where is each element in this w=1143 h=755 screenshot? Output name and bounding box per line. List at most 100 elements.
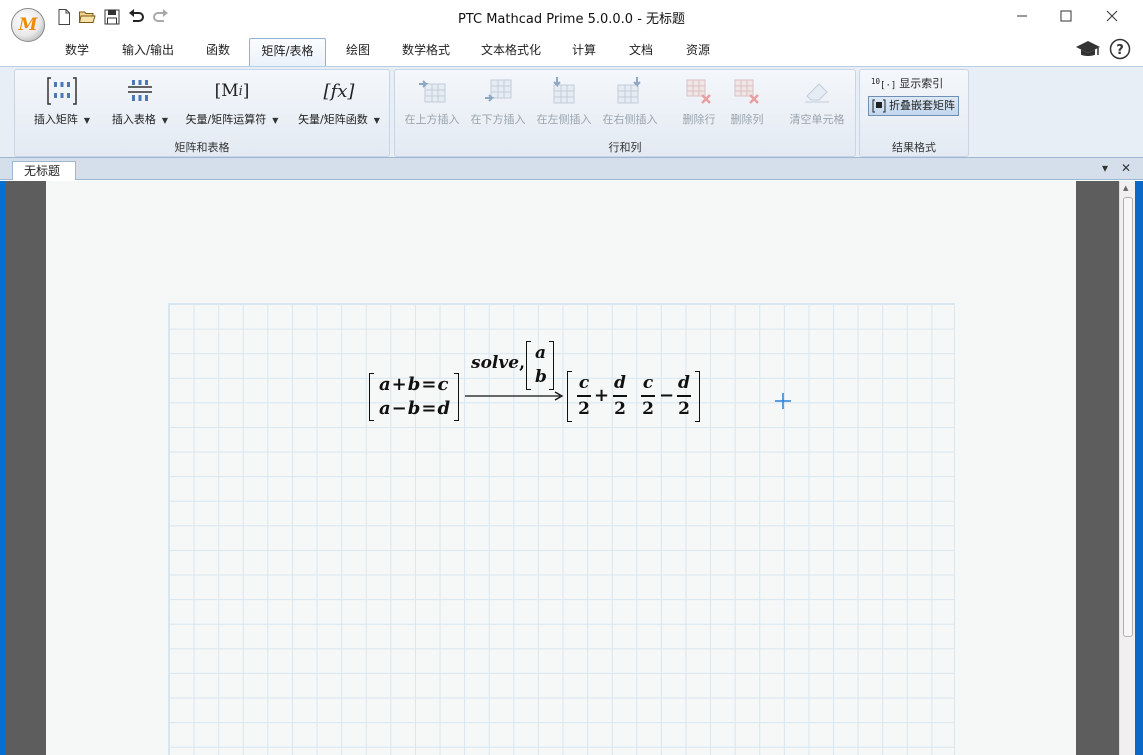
result-fraction: c2: [577, 373, 591, 419]
solve-var-b: b: [535, 367, 547, 387]
help-icon[interactable]: ?: [1109, 38, 1131, 60]
minimize-button[interactable]: [999, 0, 1045, 32]
result-right-bracket: [695, 371, 700, 422]
maximize-button[interactable]: [1043, 0, 1089, 32]
collapse-nested-label: 折叠嵌套矩阵: [889, 99, 955, 112]
matrix-operator-subscript: i: [238, 83, 243, 99]
close-button[interactable]: [1089, 0, 1135, 32]
tab-math-formatting[interactable]: 数学格式: [395, 38, 457, 66]
tab-text-formatting[interactable]: 文本格式化: [474, 38, 548, 66]
tab-list-dropdown-icon[interactable]: ▾: [1102, 161, 1108, 175]
chevron-down-icon[interactable]: ▼: [374, 116, 380, 125]
insert-below-icon: [485, 79, 512, 102]
crosshair-cursor-icon: [775, 393, 791, 409]
insert-matrix-button[interactable]: 插入矩阵 ▼: [27, 74, 97, 127]
fraction-numerator: c: [642, 373, 654, 393]
index-icon-digits: 10: [871, 77, 881, 86]
tab-calculation[interactable]: 计算: [562, 38, 606, 66]
tab-functions[interactable]: 函数: [196, 38, 240, 66]
group-result-format: 10[·] 显示索引 折叠嵌套矩阵 结果格式: [859, 69, 969, 157]
vars-left-bracket: [526, 341, 531, 390]
insert-right-label: 在右侧插入: [602, 113, 658, 126]
collapse-nested-matrices-button[interactable]: 折叠嵌套矩阵: [868, 96, 959, 116]
eq-operator: +: [391, 374, 408, 395]
document-tab[interactable]: 无标题: [12, 161, 76, 180]
solve-keyword[interactable]: solve,: [471, 353, 525, 373]
insert-table-icon: [128, 80, 152, 101]
result-left-bracket: [567, 371, 572, 422]
fraction-numerator: d: [678, 373, 690, 393]
worksheet-grid[interactable]: [168, 303, 955, 755]
ribbon-tab-row: 数学 输入/输出 函数 矩阵/表格 绘图 数学格式 文本格式化 计算 文档 资源: [0, 34, 1143, 67]
vector-matrix-operators-button[interactable]: [Mi] 矢量/矩阵运算符 ▼: [180, 74, 284, 127]
minimize-icon: [1017, 15, 1027, 17]
result-operator: −: [659, 385, 675, 406]
ribbon: 插入矩阵 ▼ 插入表格 ▼ [Mi] 矢量/矩阵运算符 ▼ [fx] 矢量/矩阵函数 ▼…: [0, 66, 1143, 158]
insert-right-button[interactable]: 在右侧插入: [599, 74, 661, 127]
vertical-scrollbar[interactable]: ▲: [1119, 181, 1135, 755]
equation-row-2[interactable]: a−b=d: [379, 398, 451, 419]
clear-cells-button[interactable]: 清空单元格: [783, 74, 851, 127]
insert-below-button[interactable]: 在下方插入: [467, 74, 529, 127]
group-title-result-format: 结果格式: [892, 141, 936, 154]
delete-row-button[interactable]: 删除行: [675, 74, 723, 127]
insert-above-icon: [419, 80, 446, 103]
vector-matrix-functions-label: 矢量/矩阵函数: [298, 113, 368, 126]
delete-column-label: 删除列: [730, 113, 764, 126]
tab-input-output[interactable]: 输入/输出: [112, 38, 184, 66]
right-bracket: [454, 373, 459, 421]
tab-math[interactable]: 数学: [55, 38, 99, 66]
chevron-down-icon[interactable]: ▼: [162, 116, 168, 125]
eq-term: b: [407, 374, 422, 395]
fraction-denominator: 2: [678, 398, 690, 419]
svg-text:?: ?: [1116, 43, 1124, 58]
eq-term: a: [379, 374, 392, 395]
help-area: ?: [1075, 38, 1131, 60]
insert-left-button[interactable]: 在左侧插入: [533, 74, 595, 127]
tab-matrices-tables[interactable]: 矩阵/表格: [249, 38, 326, 67]
delete-row-icon: [686, 79, 711, 104]
eq-term: d: [437, 398, 452, 419]
desktop-edge-right: [1135, 181, 1143, 755]
delete-column-button[interactable]: 删除列: [723, 74, 771, 127]
vars-right-bracket: [549, 341, 554, 390]
tab-document[interactable]: 文档: [619, 38, 663, 66]
maximize-icon: [1060, 10, 1072, 22]
fraction-numerator: d: [614, 373, 626, 393]
show-index-button[interactable]: 10[·] 显示索引: [868, 74, 946, 94]
logo-letter: M: [18, 15, 38, 35]
insert-left-icon: [553, 77, 575, 104]
vector-matrix-functions-button[interactable]: [fx] 矢量/矩阵函数 ▼: [291, 74, 387, 127]
chevron-down-icon[interactable]: ▼: [272, 116, 278, 125]
delete-row-label: 删除行: [682, 113, 716, 126]
insert-right-icon: [617, 77, 641, 104]
close-document-icon[interactable]: ✕: [1121, 161, 1131, 175]
matrix-operator-icon: [Mi]: [214, 81, 250, 101]
matrix-operator-glyph: M: [221, 81, 239, 101]
mathcad-logo-button[interactable]: M: [11, 8, 45, 42]
eraser-icon: [805, 83, 829, 103]
close-icon: [1106, 10, 1118, 22]
solve-var-a: a: [535, 343, 547, 363]
function-glyph: fx: [330, 80, 348, 102]
scrollbar-thumb[interactable]: [1123, 197, 1133, 637]
insert-above-button[interactable]: 在上方插入: [401, 74, 463, 127]
eq-operator: −: [391, 398, 408, 419]
insert-table-button[interactable]: 插入表格 ▼: [103, 74, 177, 127]
delete-column-icon: [734, 79, 759, 104]
group-rows-columns: 在上方插入 在下方插入 在左侧插入 在右侧插入 删除行 删除列 清空单元格 行和…: [394, 69, 856, 157]
group-title-matrices-tables: 矩阵和表格: [174, 141, 230, 154]
scroll-up-icon[interactable]: ▲: [1123, 184, 1128, 192]
eq-term: c: [437, 374, 450, 395]
tab-plots[interactable]: 绘图: [336, 38, 380, 66]
result-fraction: c2: [641, 373, 655, 419]
graduation-cap-icon[interactable]: [1075, 39, 1101, 59]
result-fraction: d2: [613, 373, 627, 419]
window-title: PTC Mathcad Prime 5.0.0.0 - 无标题: [457, 12, 686, 27]
document-tab-strip: 无标题 ▾ ✕: [0, 158, 1143, 180]
insert-below-label: 在下方插入: [470, 113, 526, 126]
tab-resources[interactable]: 资源: [676, 38, 720, 66]
equation-row-1[interactable]: a+b=c: [379, 374, 449, 395]
result-fraction: d2: [677, 373, 691, 419]
chevron-down-icon[interactable]: ▼: [84, 116, 90, 125]
